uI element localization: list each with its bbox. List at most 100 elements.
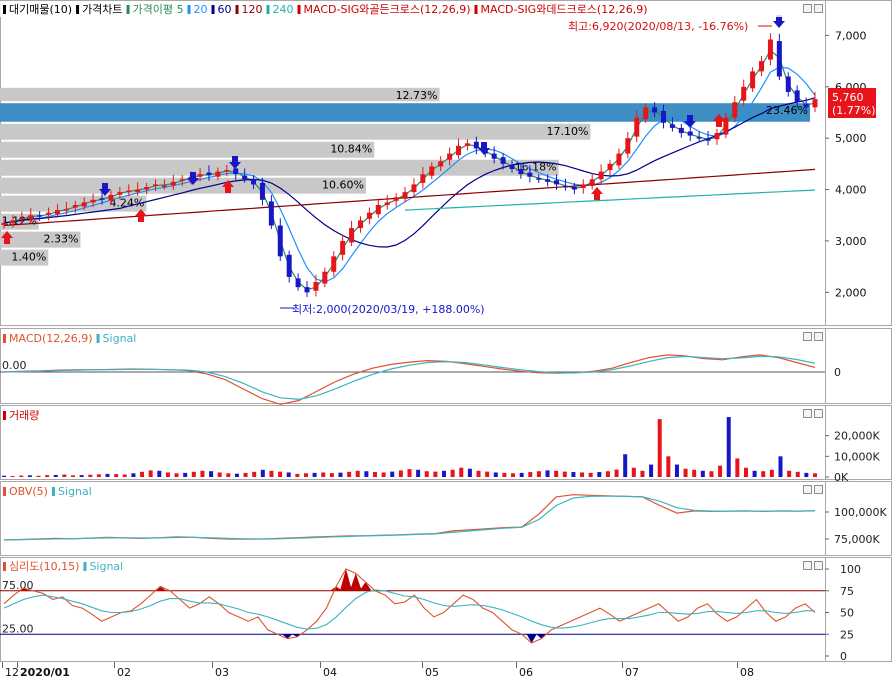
volume-bar: [605, 471, 610, 477]
volume-bar: [554, 470, 559, 477]
candle-body: [785, 76, 791, 92]
candle-body: [554, 180, 560, 185]
volume-bar: [718, 465, 723, 477]
main-legend-label: 대기매물(10): [9, 3, 72, 16]
candle-body: [464, 143, 470, 146]
volume-bar: [649, 464, 654, 477]
candle-body: [259, 182, 265, 200]
volume-bar: [683, 468, 688, 477]
candle-body: [161, 185, 167, 187]
main-legend-swatch: [211, 5, 215, 14]
candle-body: [705, 138, 711, 141]
macd-zero-label: 0.00: [2, 359, 27, 372]
volume-bar: [62, 474, 67, 477]
volume-legend-label: 거래량: [9, 409, 39, 422]
volume-bar: [614, 469, 619, 477]
volume-bar: [140, 471, 145, 477]
candle-body: [349, 228, 355, 243]
volume-bar: [674, 464, 679, 477]
macd-legend-label: Signal: [103, 332, 137, 345]
candle-body: [313, 282, 319, 291]
volume-bar: [562, 471, 567, 477]
volume-bar: [804, 472, 809, 477]
volume-bar: [571, 472, 576, 477]
volume-bar: [295, 473, 300, 477]
candle-body: [669, 124, 675, 128]
volume-bar: [122, 474, 127, 477]
price-ytick-label: 3,000: [835, 235, 867, 248]
volume-bar: [252, 471, 257, 477]
main-legend-label: 240: [273, 3, 294, 16]
candle-body: [580, 184, 586, 189]
volume-bar: [666, 456, 671, 477]
volume-bar: [398, 470, 403, 477]
volume-bar: [191, 471, 196, 477]
candle-body: [759, 61, 765, 72]
volume-profile-label: 10.60%: [322, 179, 364, 192]
volume-bar: [580, 472, 585, 477]
volume-profile-bar: [0, 141, 375, 158]
candle-body: [607, 163, 613, 171]
candle-body: [625, 138, 631, 154]
candle-body: [456, 145, 462, 156]
candle-body: [429, 166, 435, 176]
volume-panel-frame: [0, 405, 892, 480]
candle-body: [696, 137, 702, 139]
candle-body: [46, 212, 52, 215]
candle-body: [776, 41, 782, 77]
volume-bar: [226, 473, 231, 477]
volume-profile-label: 2.33%: [43, 233, 78, 246]
candle-body: [144, 186, 150, 190]
volume-bar: [761, 471, 766, 477]
volume-ytick-label: 20,000K: [834, 430, 880, 443]
volume-bar: [381, 472, 386, 477]
macd-legend-swatch: [96, 334, 100, 343]
candle-body: [509, 165, 515, 169]
volume-profile-label: 1.40%: [11, 251, 46, 264]
volume-profile-label: 10.84%: [330, 143, 372, 156]
psy-level-25-label: 25.00: [2, 622, 34, 635]
candle-body: [54, 210, 60, 215]
volume-bar: [700, 470, 705, 477]
volume-bar: [623, 454, 628, 477]
candle-body: [357, 220, 363, 229]
candle-body: [322, 271, 328, 284]
obv-panel-close-icon: [814, 485, 823, 494]
candle-body: [304, 287, 310, 293]
candle-body: [687, 131, 693, 136]
candle-body: [750, 71, 756, 89]
main-legend-swatch: [76, 5, 80, 14]
obv-panel-frame: [0, 481, 892, 556]
macd-panel-close-icon: [814, 332, 823, 341]
candle-body: [732, 102, 738, 118]
volume-bar: [528, 472, 533, 477]
main-legend-label: MACD-SIG와골든크로스(12,26,9): [304, 3, 471, 16]
obv-legend-swatch: [51, 487, 55, 496]
volume-bar: [450, 469, 455, 477]
volume-bar: [726, 417, 731, 477]
psy-legend-label: Signal: [89, 560, 123, 573]
psy-panel-frame: [0, 557, 892, 662]
volume-bar: [10, 475, 15, 477]
volume-bar: [209, 471, 214, 477]
volume-bar: [493, 472, 498, 477]
volume-bar: [631, 467, 636, 477]
volume-bar: [286, 472, 291, 477]
candle-body: [562, 185, 568, 188]
main-legend-swatch: [3, 5, 6, 14]
volume-bar: [416, 469, 421, 477]
candle-body: [518, 169, 524, 175]
psy-ytick-label: 50: [840, 607, 854, 620]
volume-profile-label: 17.10%: [546, 125, 588, 138]
x-axis-label: 06: [519, 666, 533, 679]
volume-bar: [372, 472, 377, 477]
macd-legend-label: MACD(12,26,9): [9, 332, 93, 345]
volume-bar: [27, 475, 32, 477]
volume-legend-swatch: [3, 411, 6, 420]
candle-body: [153, 184, 159, 186]
candle-body: [10, 220, 16, 223]
volume-bar: [743, 467, 748, 477]
psy-ytick-label: 25: [840, 628, 854, 641]
candle-body: [99, 198, 105, 200]
candle-body: [366, 212, 372, 219]
